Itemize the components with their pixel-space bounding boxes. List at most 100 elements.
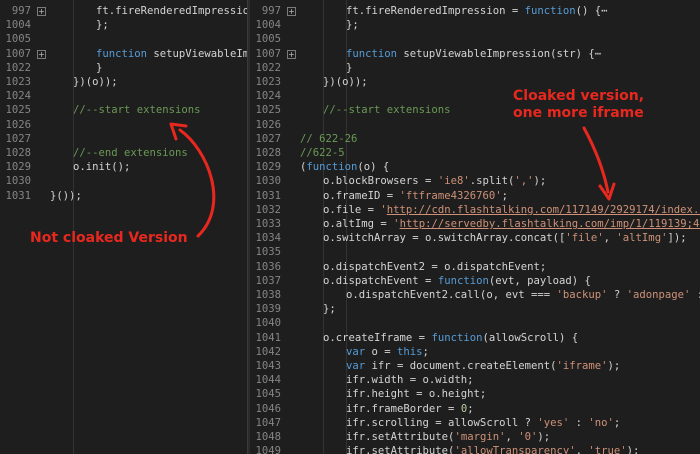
code-line[interactable]: 1004};: [250, 18, 700, 32]
code-token: ⋯: [594, 47, 602, 60]
line-number: 1026: [255, 118, 281, 131]
code-line[interactable]: 1046 ifr.frameBorder = 0;: [250, 402, 700, 416]
code-token: // 622-26: [300, 132, 358, 145]
code-token: ;: [613, 416, 621, 429]
code-line[interactable]: 997 + ft.fireRenderedImpression =: [0, 4, 247, 18]
line-number: 1023: [255, 76, 281, 88]
code-text: }: [96, 61, 102, 75]
code-text: };: [96, 18, 109, 32]
code-line[interactable]: 1034 o.switchArray = o.switchArray.concat…: [250, 231, 700, 245]
code-text: o.frameID = 'ftframe4326760';: [323, 189, 508, 203]
code-line[interactable]: 1037 o.dispatchEvent = function(evt, payl…: [250, 274, 700, 288]
code-line[interactable]: 1036 o.dispatchEvent2 = o.dispatchEvent;: [250, 260, 700, 274]
code-token: : evt, pa: [690, 289, 700, 301]
code-token: o =: [371, 345, 398, 358]
line-number: 1031: [255, 189, 281, 202]
code-token: ;: [422, 345, 429, 358]
code-token: );: [626, 445, 640, 454]
code-token: }: [96, 61, 103, 74]
code-line[interactable]: 1025 //--start extensions: [0, 103, 247, 117]
code-line[interactable]: 1035: [250, 245, 700, 259]
fold-expand-icon[interactable]: +: [37, 49, 46, 59]
code-line[interactable]: 1024: [0, 89, 247, 103]
code-line[interactable]: 1032 o.file = 'http://cdn.flashtalking.co…: [250, 203, 700, 217]
code-token: ft.fireRenderedImpression =: [96, 5, 247, 17]
code-line[interactable]: 1027 // 622-26: [250, 132, 700, 146]
editor-pane-modified[interactable]: 997 + ft.fireRenderedImpression = function…: [250, 0, 700, 454]
code-token: function: [306, 161, 358, 174]
code-line[interactable]: 1005: [0, 32, 247, 46]
code-line[interactable]: 1023 })(o));: [250, 75, 700, 89]
code-line[interactable]: 1028 //--end extensions: [0, 146, 247, 160]
code-text: ifr.setAttribute('allowTransparency', 't…: [346, 444, 639, 454]
code-text: }());: [50, 189, 82, 203]
code-line[interactable]: 1039};: [250, 302, 700, 316]
code-token: o.blockBrowsers =: [323, 175, 438, 188]
code-line[interactable]: 1023})(o));: [0, 75, 247, 89]
code-token: setupViewableImpression(str) {: [403, 47, 595, 60]
code-token: function: [524, 5, 576, 17]
line-number: 1042: [255, 345, 281, 358]
code-line[interactable]: 1031 o.frameID = 'ftframe4326760';: [250, 189, 700, 203]
code-line[interactable]: 1041 o.createIframe = function(allowScrol…: [250, 331, 700, 345]
code-token: //622-5: [300, 147, 345, 159]
editor-pane-original[interactable]: 997+ft.fireRenderedImpression = 1004};10…: [0, 0, 247, 454]
url-token[interactable]: http://cdn.flashtalking.com/117149/29291…: [387, 204, 700, 216]
code-text: o.init();: [73, 160, 130, 174]
code-token: //--end extensions: [73, 147, 188, 159]
code-line[interactable]: 1005: [250, 32, 700, 46]
code-line[interactable]: 1029 (function(o) {: [250, 160, 700, 174]
code-line[interactable]: 1030 o.blockBrowsers = 'ie8'.split(',');: [250, 174, 700, 188]
code-line[interactable]: 1027: [0, 132, 247, 146]
code-token: ?: [607, 289, 627, 301]
code-line[interactable]: 1042 var o = this;: [250, 345, 700, 359]
code-token: o.altImg =: [323, 218, 394, 230]
code-token: );: [607, 360, 621, 372]
code-line[interactable]: 1040: [250, 316, 700, 330]
code-line[interactable]: 1007 + function setupViewableImpression(st…: [250, 47, 700, 61]
fold-expand-icon[interactable]: +: [37, 7, 46, 16]
code-line[interactable]: 1028 //622-5: [250, 146, 700, 160]
code-token: o.dispatchEvent2.call(o, evt ===: [346, 289, 557, 301]
code-line[interactable]: 997 + ft.fireRenderedImpression = function…: [250, 4, 700, 18]
code-token: ifr.scrolling = allowScroll ?: [346, 416, 538, 429]
fold-expand-icon[interactable]: +: [287, 7, 296, 16]
code-text: ifr.scrolling = allowScroll ? 'yes' : 'n…: [346, 416, 620, 430]
code-token: var: [346, 345, 372, 358]
code-line[interactable]: 1033 o.altImg = 'http://servedby.flashtal…: [250, 217, 700, 231]
code-token: ifr.frameBorder =: [346, 402, 461, 415]
code-line[interactable]: 1049 ifr.setAttribute('allowTransparency'…: [250, 444, 700, 454]
url-token[interactable]: http://servedby.flashtalking.com/imp/1/1…: [400, 218, 700, 230]
code-text: ifr.frameBorder = 0;: [346, 402, 474, 416]
code-token: (evt, payload) {: [488, 274, 591, 287]
code-line[interactable]: 1022}: [250, 61, 700, 75]
code-token: 'file': [565, 232, 604, 245]
code-line[interactable]: 1031}());: [0, 189, 247, 203]
code-line[interactable]: 1022}: [0, 61, 247, 75]
code-line[interactable]: 1029 o.init();: [0, 160, 247, 174]
code-line[interactable]: 1044 ifr.width = o.width;: [250, 373, 700, 387]
code-token: 'ftframe4326760': [399, 189, 502, 202]
code-line[interactable]: 1045 ifr.height = o.height;: [250, 387, 700, 401]
code-text: //--start extensions: [73, 103, 201, 117]
code-line[interactable]: 1030: [0, 174, 247, 188]
code-line[interactable]: 1038 o.dispatchEvent2.call(o, evt === 'ba…: [250, 288, 700, 302]
annotation-not-cloaked: Not cloaked Version: [30, 230, 188, 246]
line-number: 1047: [255, 416, 281, 429]
code-line[interactable]: 1004};: [0, 18, 247, 32]
line-number: 1025: [255, 104, 281, 117]
code-text: ifr.setAttribute('margin', '0');: [346, 430, 550, 444]
code-line[interactable]: 1047 ifr.scrolling = allowScroll ? 'yes' …: [250, 416, 700, 430]
code-token: 'no': [588, 416, 614, 429]
code-token: }());: [50, 189, 82, 202]
code-token: ft.fireRenderedImpression =: [346, 5, 525, 17]
code-line[interactable]: 1026: [0, 118, 247, 132]
line-number: 1043: [255, 360, 281, 372]
code-line[interactable]: 1048 ifr.setAttribute('margin', '0');: [250, 430, 700, 444]
code-text: }: [346, 61, 352, 75]
line-number: 1004: [255, 19, 281, 32]
code-text: })(o));: [323, 75, 368, 89]
code-line[interactable]: 1007 + function setupViewableImpres: [0, 47, 247, 61]
code-line[interactable]: 1043 var ifr = document.createElement('if…: [250, 359, 700, 373]
fold-expand-icon[interactable]: +: [287, 49, 296, 59]
